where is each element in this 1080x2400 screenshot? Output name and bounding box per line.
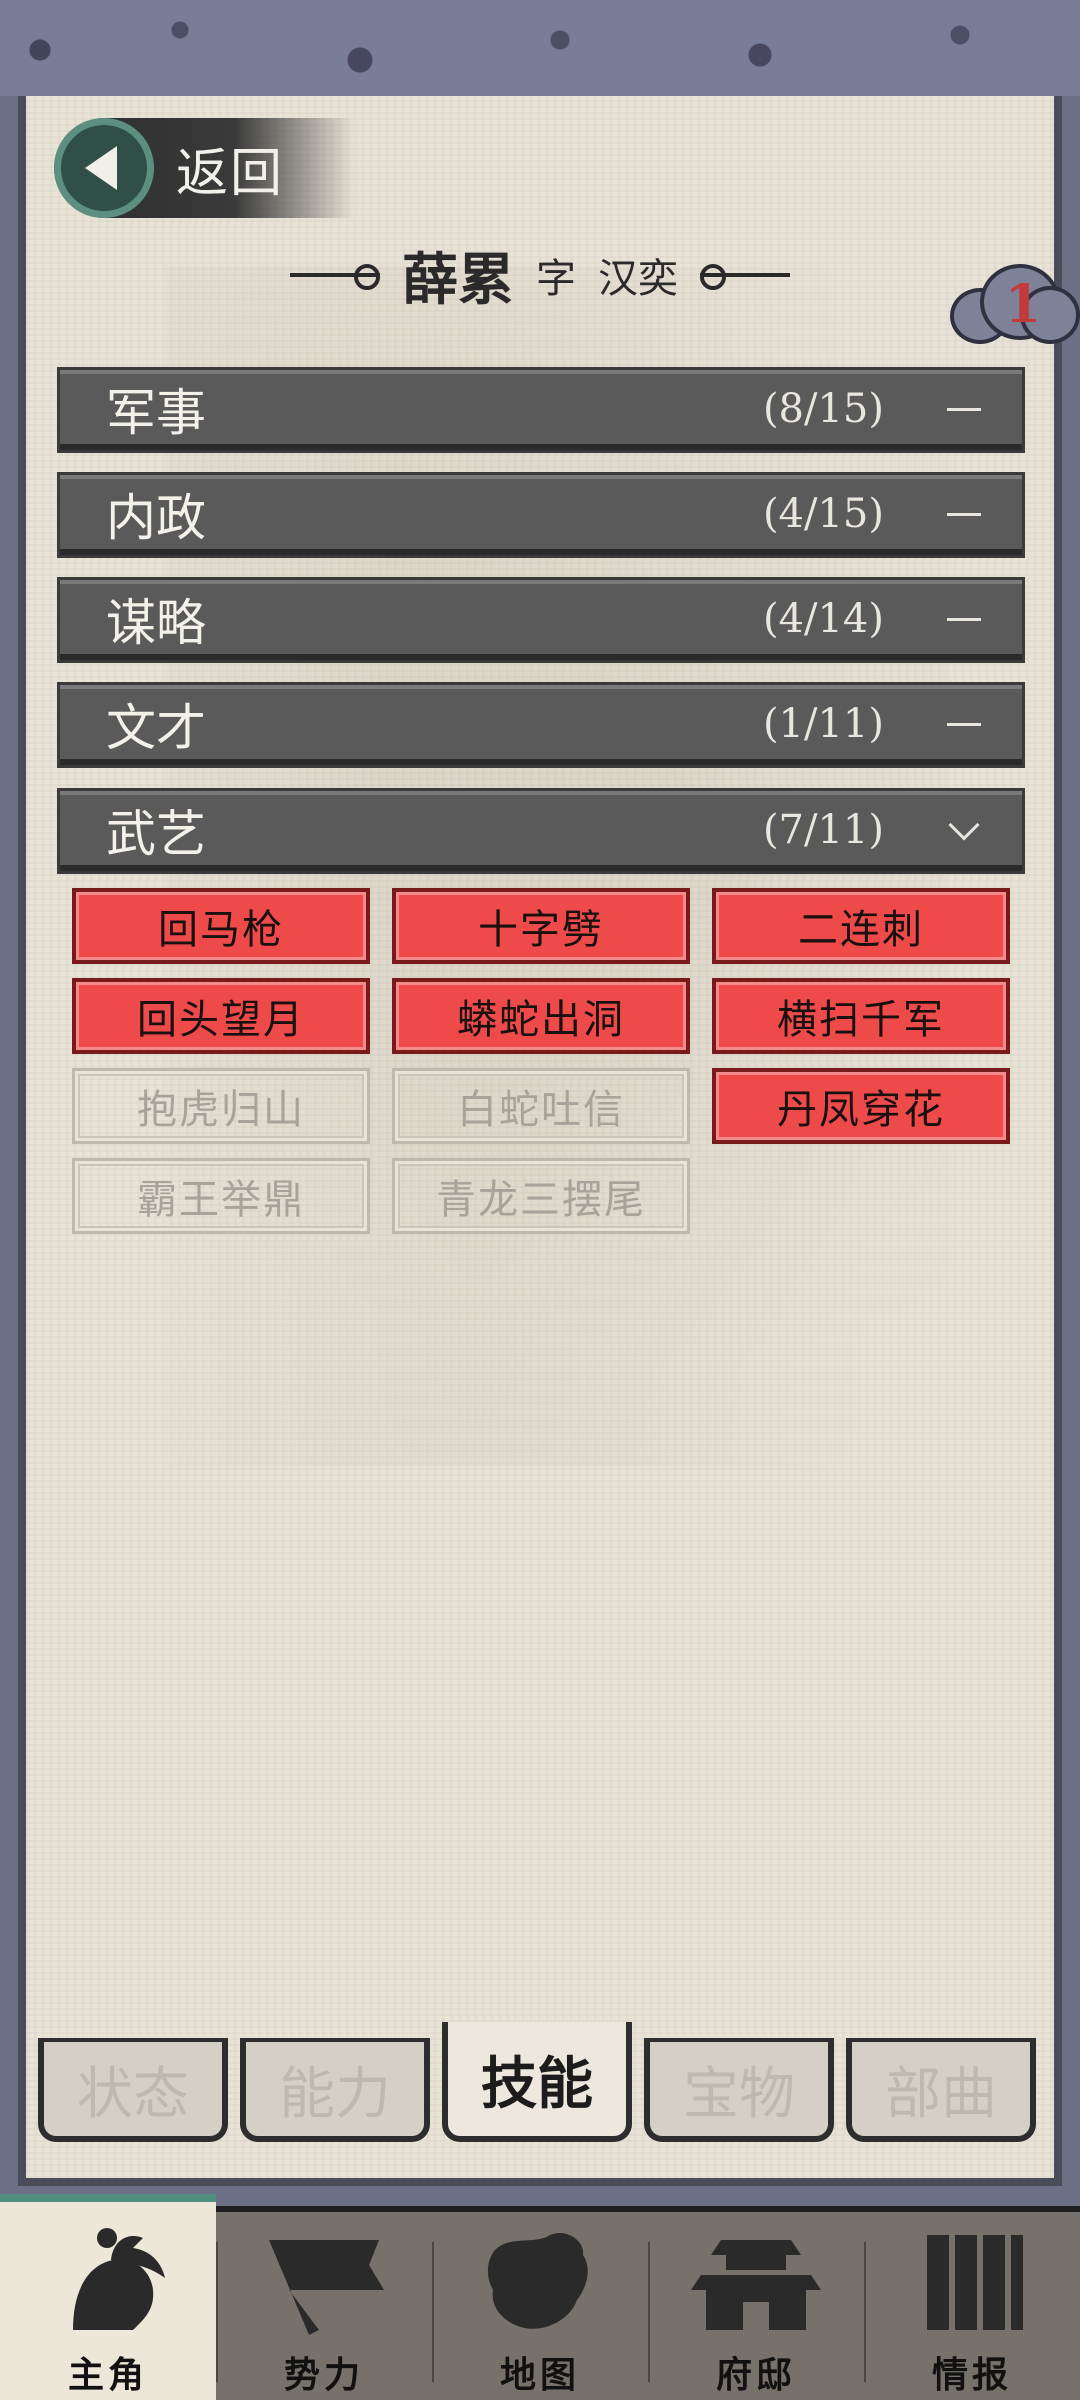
tab-skills[interactable]: 技能 bbox=[442, 2022, 632, 2142]
category-bar-literary[interactable]: 文才 (1/11) bbox=[60, 685, 1022, 765]
collapse-icon bbox=[946, 722, 982, 726]
collapse-icon bbox=[946, 617, 982, 621]
flag-icon bbox=[269, 2240, 384, 2335]
category-count: (1/11) bbox=[762, 701, 884, 747]
category-name: 武艺 bbox=[106, 805, 206, 863]
category-name: 内政 bbox=[106, 489, 206, 547]
courtesy-prefix: 字 bbox=[536, 256, 576, 302]
top-decorative-band bbox=[0, 0, 1080, 96]
tab-treasure[interactable]: 宝物 bbox=[644, 2038, 834, 2142]
badge-count: 1 bbox=[1005, 274, 1042, 335]
nav-intel[interactable]: 情报 bbox=[864, 2212, 1080, 2400]
collapse-icon bbox=[946, 512, 982, 516]
nav-faction[interactable]: 势力 bbox=[216, 2212, 432, 2400]
back-button[interactable]: 返回 bbox=[54, 118, 354, 218]
map-icon bbox=[487, 2232, 588, 2329]
category-count: (4/15) bbox=[762, 491, 884, 537]
tab-status[interactable]: 状态 bbox=[38, 2038, 228, 2142]
nav-label: 地图 bbox=[499, 2354, 580, 2396]
nav-hero[interactable]: 主角 bbox=[0, 2194, 216, 2400]
skill-button[interactable]: 霸王举鼎 bbox=[72, 1158, 370, 1234]
page-title: 薛累 字 汉奕 bbox=[240, 240, 840, 313]
cloud-badge[interactable]: 1 bbox=[950, 258, 1080, 348]
category-name: 文才 bbox=[106, 699, 206, 757]
back-label: 返回 bbox=[176, 143, 285, 204]
nav-label: 势力 bbox=[283, 2354, 364, 2396]
nav-map[interactable]: 地图 bbox=[432, 2212, 648, 2400]
tab-troops[interactable]: 部曲 bbox=[846, 2038, 1036, 2142]
skill-button[interactable]: 十字劈 bbox=[392, 888, 690, 964]
scroll-icon bbox=[927, 2235, 1023, 2330]
skill-button[interactable]: 白蛇吐信 bbox=[392, 1068, 690, 1144]
nav-label: 情报 bbox=[931, 2354, 1012, 2396]
skill-button[interactable]: 二连刺 bbox=[712, 888, 1010, 964]
character-name: 薛累 bbox=[402, 246, 514, 313]
category-bar-governance[interactable]: 内政 (4/15) bbox=[60, 475, 1022, 555]
tab-ability[interactable]: 能力 bbox=[240, 2038, 430, 2142]
sub-tab-bar: 状态 能力 技能 宝物 部曲 bbox=[34, 2022, 1050, 2142]
skill-button[interactable]: 抱虎归山 bbox=[72, 1068, 370, 1144]
category-bar-strategy[interactable]: 谋略 (4/14) bbox=[60, 580, 1022, 660]
category-name: 军事 bbox=[106, 384, 206, 442]
bottom-nav: 主角 势力 地图 府邸 情报 bbox=[0, 2194, 1080, 2400]
nav-label: 府邸 bbox=[715, 2354, 796, 2396]
skill-button[interactable]: 青龙三摆尾 bbox=[392, 1158, 690, 1234]
skill-button[interactable]: 回马枪 bbox=[72, 888, 370, 964]
nav-mansion[interactable]: 府邸 bbox=[648, 2212, 864, 2400]
ornament-right-icon bbox=[700, 264, 790, 290]
category-count: (7/11) bbox=[762, 807, 884, 853]
ornament-left-icon bbox=[290, 264, 380, 290]
collapse-icon bbox=[946, 407, 982, 411]
skill-button[interactable]: 蟒蛇出洞 bbox=[392, 978, 690, 1054]
courtesy-name: 汉奕 bbox=[598, 256, 678, 302]
mansion-icon bbox=[691, 2240, 821, 2330]
category-name: 谋略 bbox=[106, 594, 206, 652]
category-bar-military[interactable]: 军事 (8/15) bbox=[60, 370, 1022, 450]
chevron-down-icon bbox=[946, 809, 982, 841]
back-arrow-icon bbox=[54, 118, 154, 218]
nav-label: 主角 bbox=[67, 2354, 148, 2396]
skill-button[interactable]: 回头望月 bbox=[72, 978, 370, 1054]
category-count: (8/15) bbox=[762, 386, 884, 432]
category-count: (4/14) bbox=[762, 596, 884, 642]
skill-button[interactable]: 丹凤穿花 bbox=[712, 1068, 1010, 1144]
skill-button[interactable]: 横扫千军 bbox=[712, 978, 1010, 1054]
hero-icon bbox=[73, 2228, 165, 2330]
category-bar-martial[interactable]: 武艺 (7/11) bbox=[60, 791, 1022, 871]
